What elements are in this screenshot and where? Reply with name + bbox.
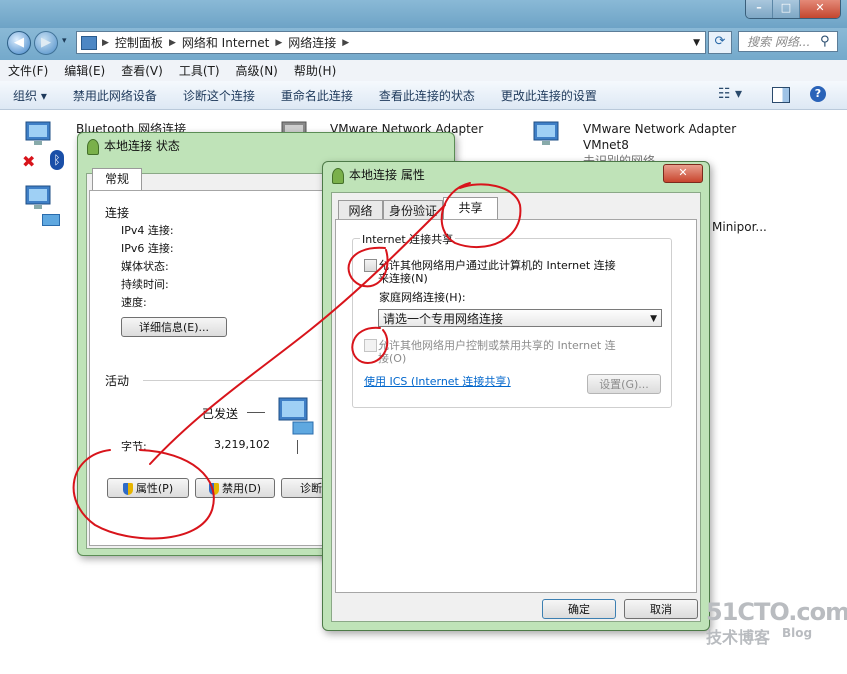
details-button[interactable]: 详细信息(E)... [121,317,227,337]
bytes-sent-value: 3,219,102 [214,438,270,451]
duration-label: 持续时间: [121,278,169,291]
help-icon[interactable]: ? [810,86,826,102]
tab-general[interactable]: 常规 [92,168,142,191]
minimize-icon[interactable]: – [746,0,772,18]
breadcrumb-network-internet[interactable]: 网络和 Internet [178,34,273,51]
network-adapter-icon [533,121,559,145]
menu-file[interactable]: 文件(F) [0,62,56,79]
properties-button[interactable]: 属性(P) [107,478,189,498]
vmware-adapter-2-sub: VMnet8 [583,138,629,152]
tab-sharing[interactable]: 共享 [443,197,498,220]
allow-control-label-line2: 接(O) [378,352,407,365]
explorer-titlebar: – □ ✕ [0,0,847,28]
menu-advanced[interactable]: 高级(N) [228,62,286,79]
watermark-site: 51CTO.com [706,598,847,626]
vmware-adapter-2-label: VMware Network Adapter [583,122,737,136]
vmware-adapter-2-item[interactable] [530,120,566,153]
menu-view[interactable]: 查看(V) [113,62,171,79]
home-network-select[interactable]: 请选一个专用网络连接 ▼ [378,309,662,327]
close-icon[interactable]: ✕ [663,164,703,183]
sent-label: 已发送 [202,407,239,421]
forward-arrow-icon[interactable]: ▶ [34,31,58,55]
bluetooth-connection-item[interactable]: ✖ ᛒ [22,120,64,171]
breadcrumb-separator-icon: ▶ [102,37,109,48]
view-status-button[interactable]: 查看此连接的状态 [366,87,488,104]
cancel-button[interactable]: 取消 [624,599,698,619]
disable-button[interactable]: 禁用(D) [195,478,275,498]
local-connection-item[interactable] [22,184,60,226]
ok-button[interactable]: 确定 [542,599,616,619]
address-bar[interactable]: ▶ 控制面板 ▶ 网络和 Internet ▶ 网络连接 ▶ ▼ [76,31,706,54]
bluetooth-icon: ᛒ [50,150,64,170]
menu-edit[interactable]: 编辑(E) [56,62,113,79]
miniport-item-label: Minipor... [712,220,767,234]
activity-header: 活动 [105,374,130,388]
ipv6-label: IPv6 连接: [121,242,174,255]
settings-button[interactable]: 设置(G)... [587,374,661,394]
maximize-icon[interactable]: □ [772,0,799,18]
breadcrumb-separator-icon: ▶ [275,37,283,48]
home-network-label: 家庭网络连接(H): [379,291,466,304]
preview-pane-icon[interactable] [772,87,790,103]
control-panel-icon [81,35,97,50]
organize-button[interactable]: 组织 ▾ [0,87,60,104]
menu-tools[interactable]: 工具(T) [171,62,228,79]
address-dropdown-icon[interactable]: ▼ [693,38,700,48]
bytes-label: 字节: [121,440,147,453]
breadcrumb-control-panel[interactable]: 控制面板 [111,34,167,51]
activity-computer-icon [278,397,314,435]
menu-bar: 文件(F) 编辑(E) 查看(V) 工具(T) 高级(N) 帮助(H) [0,60,847,82]
breadcrumb-separator-icon: ▶ [168,37,176,48]
network-adapter-icon [25,185,51,209]
ics-help-link[interactable]: 使用 ICS (Internet 连接共享) [364,373,511,389]
rename-connection-button[interactable]: 重命名此连接 [268,87,366,104]
menu-help[interactable]: 帮助(H) [286,62,344,79]
uac-shield-icon [122,483,133,495]
allow-sharing-label-line2: 来连接(N) [378,272,428,285]
properties-dialog-body: 网络 身份验证 共享 Internet 连接共享 允许其他网络用户通过此计算机的… [331,192,701,622]
watermark-blog: Blog [782,626,813,640]
local-connection-properties-dialog: 本地连接 属性 ✕ 网络 身份验证 共享 Internet 连接共享 允许其他网… [322,161,710,631]
allow-sharing-checkbox[interactable] [364,259,377,272]
network-cable-icon [42,214,60,226]
network-properties-icon [332,168,344,184]
allow-control-label-line1: 允许其他网络用户控制或禁用共享的 Internet 连 [378,339,616,352]
watermark-tech-blog: 技术博客 [706,628,771,647]
back-arrow-icon[interactable]: ◀ [7,31,31,55]
disconnected-x-icon: ✖ [22,152,36,171]
51cto-watermark: 51CTO.com 技术博客 Blog [706,598,847,648]
tab-network[interactable]: 网络 [338,200,383,220]
close-icon[interactable]: ✕ [799,0,840,18]
window-caption-buttons: – □ ✕ [745,0,841,19]
connection-header: 连接 [105,206,130,220]
tab-authentication[interactable]: 身份验证 [383,200,443,220]
address-row: ◀ ▶ ▾ ▶ 控制面板 ▶ 网络和 Internet ▶ 网络连接 ▶ ▼ ⟳… [0,28,847,60]
status-dialog-title: 本地连接 状态 [104,139,180,153]
breadcrumb-network-connections[interactable]: 网络连接 [284,34,340,51]
ipv4-label: IPv4 连接: [121,224,174,237]
dropdown-arrow-icon: ▼ [650,314,657,324]
view-options-icon[interactable]: ☷ ▾ [718,86,742,102]
allow-control-checkbox[interactable] [364,339,377,352]
network-status-icon [87,139,99,155]
network-adapter-icon [25,121,51,145]
recent-pages-chevron-icon[interactable]: ▾ [62,36,67,46]
disable-device-button[interactable]: 禁用此网络设备 [60,87,170,104]
properties-dialog-title: 本地连接 属性 [349,168,425,182]
breadcrumb-separator-icon: ▶ [342,37,350,48]
media-state-label: 媒体状态: [121,260,169,273]
speed-label: 速度: [121,296,147,309]
change-settings-button[interactable]: 更改此连接的设置 [488,87,610,104]
search-icon[interactable]: ⚲ [820,34,830,49]
ics-group-title: Internet 连接共享 [360,231,456,247]
uac-shield-icon [208,483,219,495]
refresh-icon[interactable]: ⟳ [708,31,732,54]
diagnose-connection-button[interactable]: 诊断这个连接 [170,87,268,104]
command-bar: 组织 ▾ 禁用此网络设备 诊断这个连接 重命名此连接 查看此连接的状态 更改此连… [0,81,847,110]
